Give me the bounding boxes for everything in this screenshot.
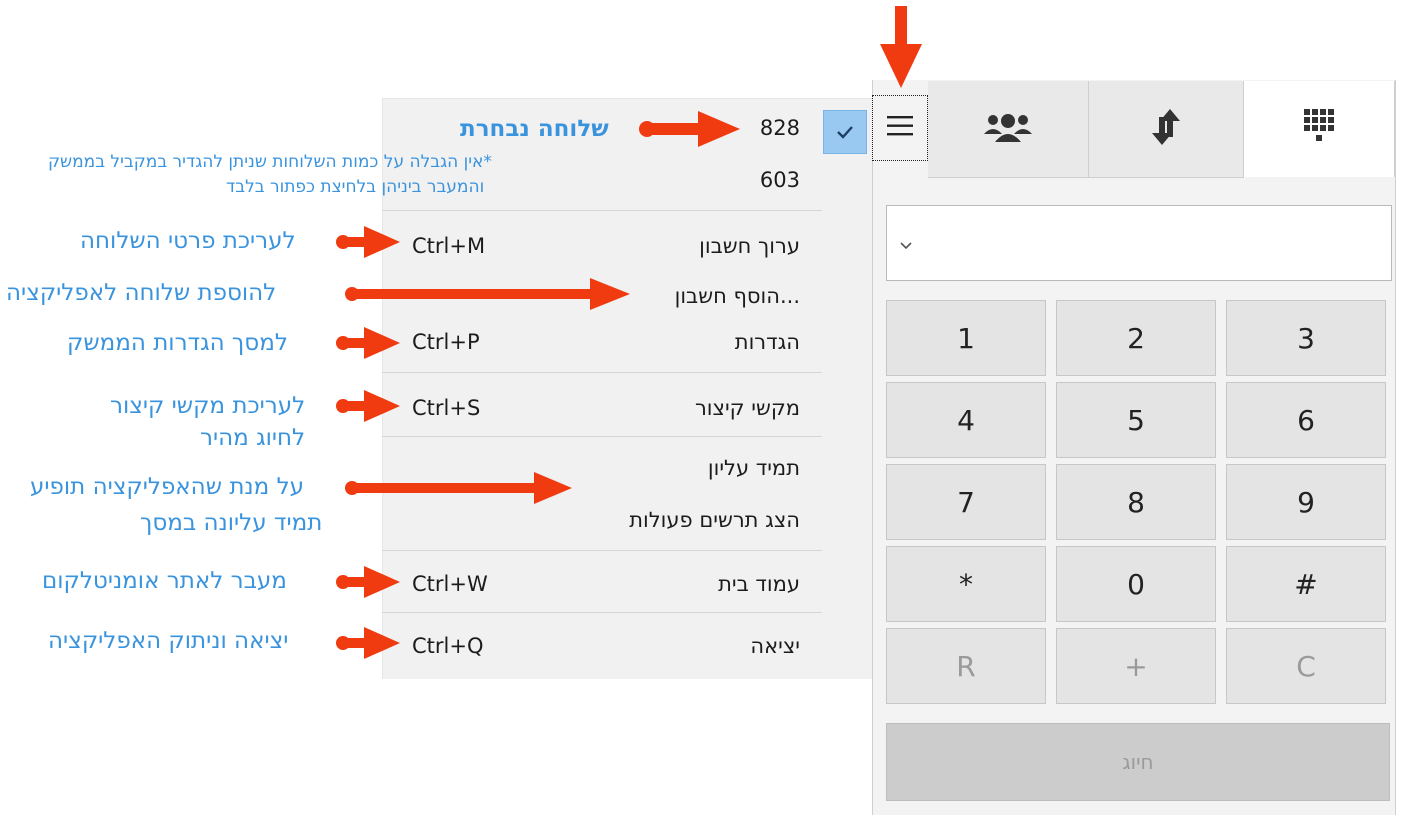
arrow-right-icon bbox=[336, 566, 400, 598]
arrow-down-icon bbox=[880, 6, 922, 88]
arrow-right-icon bbox=[336, 627, 400, 659]
arrow-right-icon bbox=[639, 111, 740, 147]
arrow-right-icon bbox=[336, 327, 400, 359]
arrow-right-icon bbox=[336, 390, 400, 422]
arrow-right-icon bbox=[336, 226, 400, 258]
arrow-right-icon bbox=[345, 278, 630, 310]
arrow-right-icon bbox=[345, 472, 572, 504]
